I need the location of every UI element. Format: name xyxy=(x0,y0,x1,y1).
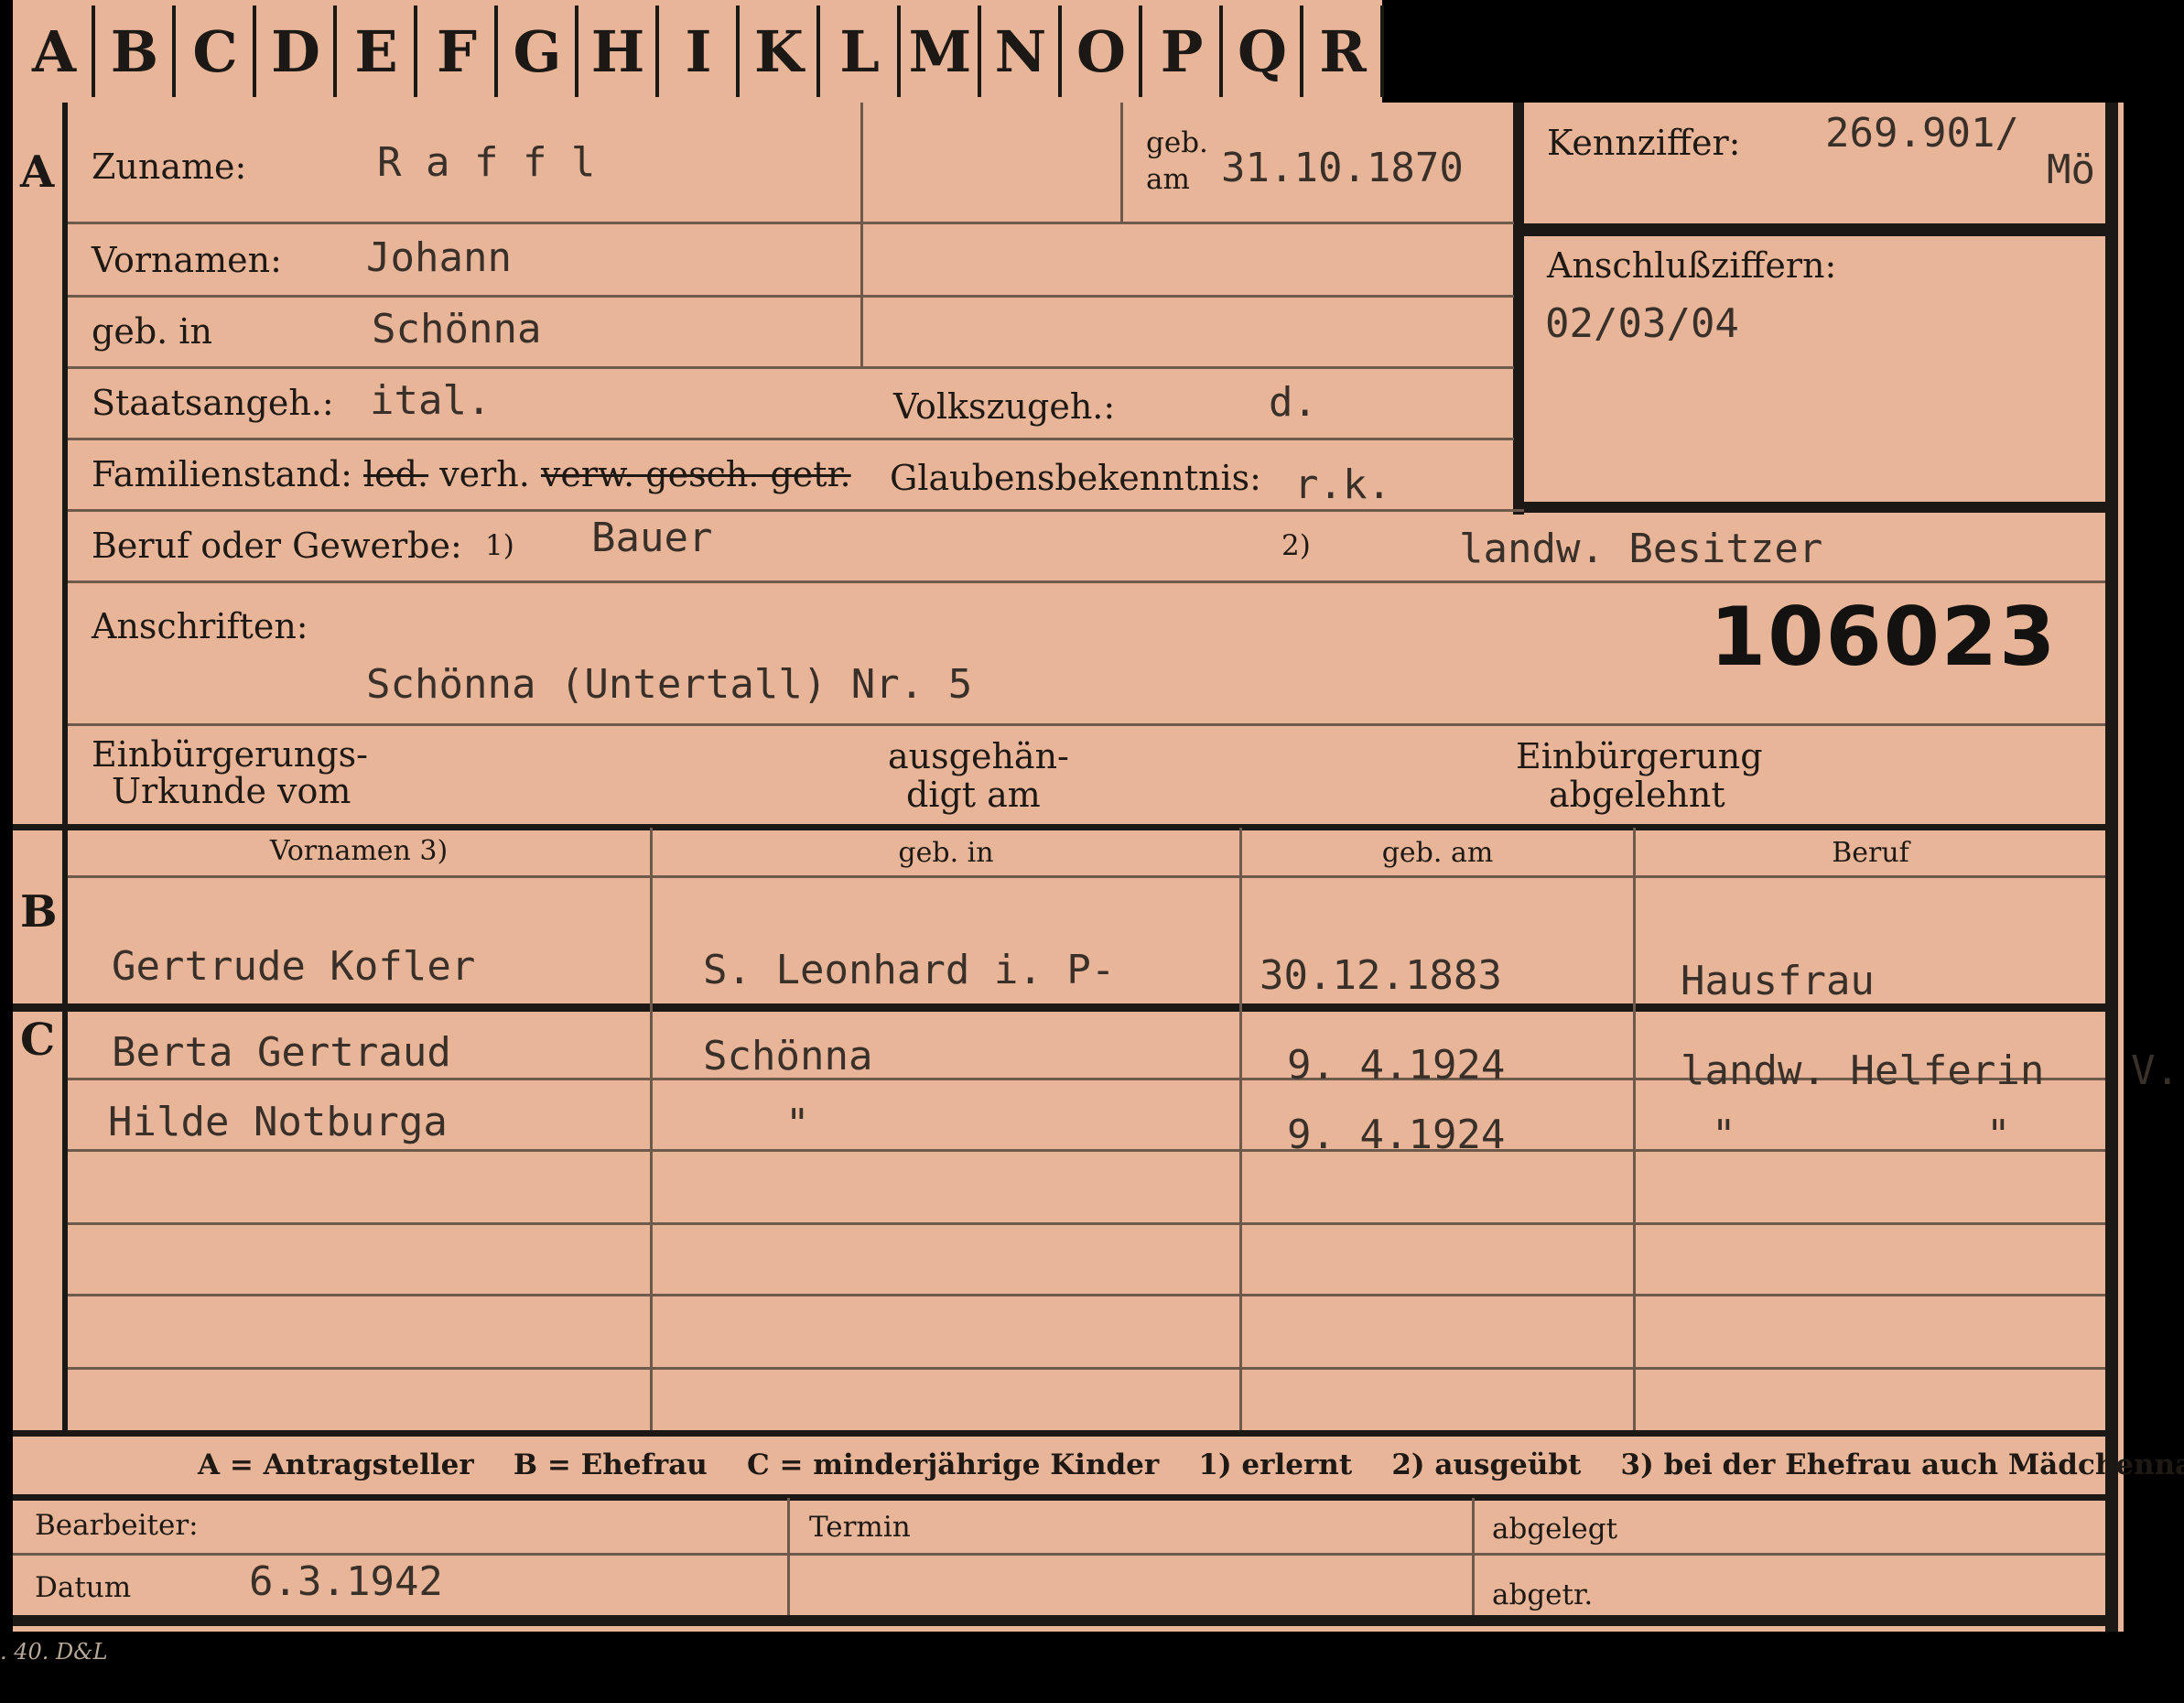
familienstand-verh: verh. xyxy=(439,454,530,494)
kind-2-geb-in: " xyxy=(785,1101,810,1147)
familienstand-other: verw. gesch. getr. xyxy=(540,454,851,494)
kind-1-vornamen: Berta Gertraud xyxy=(112,1029,451,1076)
geb-in-value: Schönna xyxy=(372,306,542,353)
alphabet-tab-b: B xyxy=(97,5,176,97)
ehefrau-geb-in: S. Leonhard i. P- xyxy=(703,947,1116,993)
legend: A = Antragsteller B = Ehefrau C = minder… xyxy=(198,1448,2184,1481)
einb-abgelehnt-label-2: abgelehnt xyxy=(1549,775,1725,815)
geb-am-label-2: am xyxy=(1146,163,1190,196)
anschlussziffern-label: Anschlußziffern: xyxy=(1547,245,1837,286)
section-b-letter: B xyxy=(20,886,58,938)
ehefrau-beruf: Hausfrau xyxy=(1681,958,1875,1004)
geb-in-label: geb. in xyxy=(92,311,212,352)
staatsangeh-label: Staatsangeh.: xyxy=(92,383,334,423)
alphabet-tab-m: M xyxy=(903,5,981,97)
alphabet-tab-g: G xyxy=(500,5,578,97)
vornamen-value: Johann xyxy=(366,234,512,281)
zuname-value: R a f f l xyxy=(377,139,596,186)
card-number: 106023 xyxy=(1710,590,2058,684)
alphabet-tab-d: D xyxy=(258,5,337,97)
alphabet-tab-q: Q xyxy=(1225,5,1303,97)
beruf-ausgeuebt-value: landw. Besitzer xyxy=(1459,526,1823,572)
kind-2-beruf: " xyxy=(1712,1112,1736,1158)
kennziffer-value: 269.901/ xyxy=(1825,110,2019,157)
alphabet-tab-i: I xyxy=(661,5,740,97)
glaube-value: r.k. xyxy=(1294,461,1391,508)
familienstand-led: led. xyxy=(363,454,429,494)
beruf-label: Beruf oder Gewerbe: xyxy=(92,526,462,566)
vornamen-label: Vornamen: xyxy=(92,240,282,280)
volkszugeh-label: Volkszugeh.: xyxy=(893,386,1116,427)
kennziffer-label: Kennziffer: xyxy=(1547,123,1741,163)
print-code: . 40. D&L xyxy=(0,1639,108,1665)
geb-am-label-1: geb. xyxy=(1146,126,1208,159)
anschrift-value: Schönna (Untertall) Nr. 5 xyxy=(366,661,973,708)
beruf-erlernt-value: Bauer xyxy=(591,515,713,561)
kind-1-beruf: landw. Helferin xyxy=(1681,1047,2045,1094)
footnote-2: 2) xyxy=(1281,529,1311,562)
kind-2-geb-am: 9. 4.1924 xyxy=(1287,1112,1506,1158)
zuname-label: Zuname: xyxy=(92,146,247,187)
col-geb-am-header: geb. am xyxy=(1381,837,1494,869)
alphabet-tab-l: L xyxy=(822,5,901,97)
alphabet-tab-p: P xyxy=(1144,5,1223,97)
volkszugeh-value: d. xyxy=(1269,379,1317,426)
alphabet-tab-k: K xyxy=(741,5,820,97)
familienstand-label: Familienstand: led. verh. verw. gesch. g… xyxy=(92,454,851,494)
alphabet-tab-c: C xyxy=(178,5,256,97)
kennziffer-suffix: Mö xyxy=(2047,146,2095,193)
alphabet-tabs: ABCDEFGHIKLMNOPQR xyxy=(13,0,1384,103)
col-geb-in-header: geb. in xyxy=(898,837,994,869)
alphabet-tab-n: N xyxy=(983,5,1062,97)
section-c-letter: C xyxy=(20,1014,56,1066)
alphabet-tab-r: R xyxy=(1305,5,1384,97)
einb-urkunde-label-2: Urkunde vom xyxy=(112,771,351,811)
kind-1-geb-in: Schönna xyxy=(703,1033,873,1079)
col-beruf-header: Beruf xyxy=(1832,837,1909,869)
bearbeiter-label: Bearbeiter: xyxy=(35,1509,199,1542)
staatsangeh-value: ital. xyxy=(370,377,492,424)
anschlussziffern-value: 02/03/04 xyxy=(1545,300,1739,347)
anschriften-label: Anschriften: xyxy=(92,606,308,646)
kind-2-vornamen: Hilde Notburga xyxy=(108,1099,448,1145)
termin-label: Termin xyxy=(809,1511,911,1544)
alphabet-tab-f: F xyxy=(419,5,498,97)
col-vornamen-header: Vornamen 3) xyxy=(269,835,449,867)
kind-1-extra: V. xyxy=(2131,1047,2179,1094)
ausgehaendigt-label-1: ausgehän- xyxy=(888,736,1069,776)
alphabet-tab-o: O xyxy=(1064,5,1142,97)
ausgehaendigt-label-2: digt am xyxy=(906,775,1041,815)
einb-abgelehnt-label-1: Einbürgerung xyxy=(1516,736,1763,776)
familienstand-label-text: Familienstand: xyxy=(92,454,352,494)
footnote-1: 1) xyxy=(485,529,514,562)
alphabet-tab-a: A xyxy=(16,5,95,97)
kind-1-geb-am: 9. 4.1924 xyxy=(1287,1042,1506,1089)
ehefrau-vornamen: Gertrude Kofler xyxy=(112,943,476,990)
geb-am-value: 31.10.1870 xyxy=(1221,145,1464,191)
glaube-label: Glaubensbekenntnis: xyxy=(890,458,1261,498)
abgelegt-label: abgelegt xyxy=(1492,1513,1618,1546)
ehefrau-geb-am: 30.12.1883 xyxy=(1260,952,1502,999)
datum-label: Datum xyxy=(35,1571,132,1604)
alphabet-tab-h: H xyxy=(580,5,659,97)
abgetr-label: abgetr. xyxy=(1492,1578,1594,1611)
alphabet-tab-e: E xyxy=(339,5,417,97)
section-a-letter: A xyxy=(20,146,55,198)
einb-urkunde-label-1: Einbürgerungs- xyxy=(92,734,368,775)
kind-2-beruf-2: " xyxy=(1986,1112,2011,1158)
datum-value: 6.3.1942 xyxy=(249,1558,443,1605)
